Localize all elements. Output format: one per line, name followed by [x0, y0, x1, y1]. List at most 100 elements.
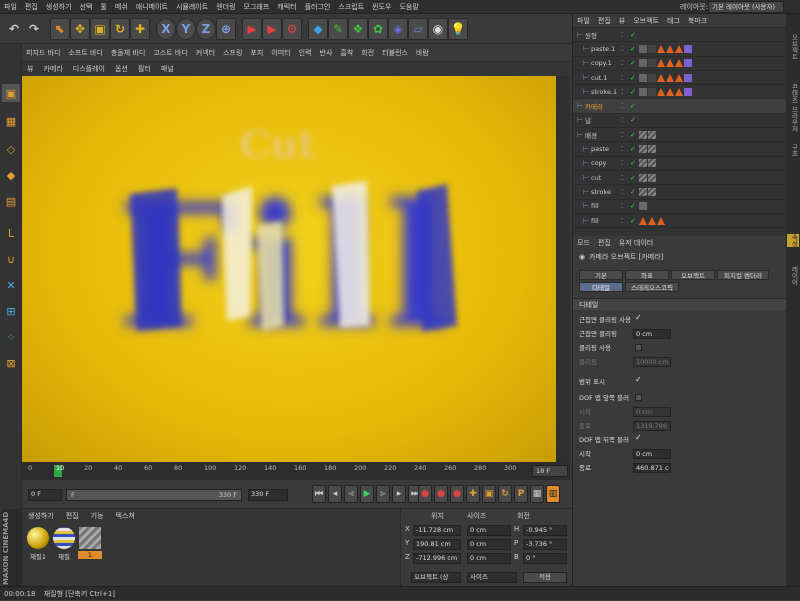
attribute-tab[interactable]: 스테레오스코픽: [625, 282, 679, 292]
tag-icon[interactable]: [648, 130, 656, 139]
tag-icon[interactable]: [657, 44, 665, 53]
size-mode-select[interactable]: 사이즈: [467, 572, 517, 583]
object-name[interactable]: copy: [591, 159, 607, 167]
material-1[interactable]: 재질1: [26, 525, 50, 563]
timeline-window-icon[interactable]: ▥: [546, 485, 560, 503]
material-2[interactable]: 재질: [52, 525, 76, 563]
material-menu-item[interactable]: 텍스쳐: [110, 511, 141, 521]
enable-check-icon[interactable]: ✓: [630, 45, 636, 53]
attribute-field[interactable]: 0 cm: [633, 407, 671, 417]
attribute-menu-item[interactable]: 편집: [594, 238, 615, 248]
object-row[interactable]: ⊢ 원형 ⁚ ✓: [573, 28, 786, 43]
object-name[interactable]: 원형: [585, 30, 597, 40]
polygons-mode-icon[interactable]: ▤: [2, 192, 20, 210]
view-toolbar-item[interactable]: 포지: [246, 48, 267, 58]
tag-icon[interactable]: [666, 44, 674, 53]
light-icon[interactable]: 💡: [448, 18, 468, 40]
attribute-tab[interactable]: 오브젝트: [671, 270, 715, 280]
autokey-icon[interactable]: ●: [434, 485, 448, 503]
scale-icon[interactable]: ▣: [90, 18, 110, 40]
object-row[interactable]: ⊢ stroke.1 ⁚ ✓: [573, 85, 786, 100]
y-axis-icon[interactable]: Y: [176, 18, 196, 40]
view-toolbar-item[interactable]: 반사: [316, 48, 337, 58]
scale-key-icon[interactable]: ▣: [482, 485, 496, 503]
menu-item[interactable]: 시뮬레이트: [172, 2, 212, 12]
z-axis-icon[interactable]: Z: [196, 18, 216, 40]
menu-item[interactable]: 파일: [0, 2, 21, 12]
tag-icon[interactable]: [657, 216, 665, 225]
attribute-tab[interactable]: 좌표: [625, 270, 669, 280]
tag-icon[interactable]: [666, 59, 674, 68]
view-toolbar-item[interactable]: 소프트 바디: [64, 48, 106, 58]
coord-position-field[interactable]: 190.81 cm: [413, 539, 461, 550]
visibility-dots-icon[interactable]: ⁚: [621, 131, 623, 139]
menu-item[interactable]: 툴: [96, 2, 110, 12]
attribute-checkbox[interactable]: [635, 344, 642, 351]
tag-icon[interactable]: [675, 73, 683, 82]
tag-icon[interactable]: [648, 187, 656, 196]
menu-item[interactable]: 도움말: [395, 2, 422, 12]
enable-check-icon[interactable]: ✓: [630, 202, 636, 210]
view-toolbar-item[interactable]: 터뷸런스: [378, 48, 412, 58]
visibility-dots-icon[interactable]: ⁚: [621, 145, 623, 153]
prev-frame-icon[interactable]: ◃: [344, 485, 358, 503]
rotation-key-icon[interactable]: ↻: [498, 485, 512, 503]
tag-icon[interactable]: [657, 73, 665, 82]
model-mode-icon[interactable]: ▣: [2, 84, 20, 102]
attribute-checkbox[interactable]: ✓: [635, 313, 642, 322]
coord-size-field[interactable]: 0 cm: [467, 525, 511, 536]
tag-icon[interactable]: [639, 145, 647, 154]
next-frame-icon[interactable]: ▹: [376, 485, 390, 503]
side-tab[interactable]: 오브젝트: [787, 34, 799, 60]
layout-select[interactable]: 기본 레이아웃 (사용자): [708, 1, 784, 13]
coord-mode-select[interactable]: 오브젝트 (상: [411, 572, 461, 583]
viewport-menu-item[interactable]: 뷰: [22, 64, 38, 74]
menu-item[interactable]: 애니메이트: [132, 2, 172, 12]
tag-icon[interactable]: [639, 173, 647, 182]
object-row[interactable]: ⊢ fill ⁚ ✓: [573, 200, 786, 214]
visibility-dots-icon[interactable]: ⁚: [621, 174, 623, 182]
attribute-field[interactable]: 1319.786: [633, 421, 671, 431]
object-menu-item[interactable]: 태그: [663, 16, 684, 26]
visibility-dots-icon[interactable]: ⁚: [621, 188, 623, 196]
select-icon[interactable]: ⬉: [50, 18, 70, 40]
view-toolbar-item[interactable]: 이미터: [267, 48, 294, 58]
move-icon[interactable]: ✥: [70, 18, 90, 40]
snap-icon[interactable]: ✕: [2, 276, 20, 294]
visibility-dots-icon[interactable]: ⁚: [621, 31, 623, 39]
view-toolbar-item[interactable]: 회전: [357, 48, 378, 58]
tag-icon[interactable]: [675, 59, 683, 68]
menu-item[interactable]: 플러그인: [301, 2, 335, 12]
coord-rotation-field[interactable]: -0.945 °: [523, 525, 567, 536]
x-axis-icon[interactable]: X: [156, 18, 176, 40]
param-key-icon[interactable]: P: [514, 485, 528, 503]
current-frame-field[interactable]: 18 F: [532, 465, 568, 477]
texture-mode-icon[interactable]: ▦: [2, 112, 20, 130]
redo-icon[interactable]: ↷: [24, 18, 44, 40]
object-name[interactable]: 카메라: [585, 101, 603, 111]
view-toolbar-item[interactable]: 고스트 바디: [149, 48, 191, 58]
object-row[interactable]: ⊢ copy ⁚ ✓: [573, 157, 786, 171]
render-picture-viewer-icon[interactable]: ▶: [262, 18, 282, 40]
tag-icon[interactable]: [657, 59, 665, 68]
visibility-dots-icon[interactable]: ⁚: [621, 74, 623, 82]
attribute-tab[interactable]: 디테일: [579, 282, 623, 292]
tag-icon[interactable]: [675, 44, 683, 53]
menu-item[interactable]: 모그래프: [240, 2, 274, 12]
workplane-icon[interactable]: ⊞: [2, 302, 20, 320]
enable-check-icon[interactable]: ✓: [630, 74, 636, 82]
tag-icon[interactable]: [639, 87, 647, 96]
object-name[interactable]: stroke: [591, 188, 611, 196]
tag-icon[interactable]: [684, 73, 692, 82]
view-toolbar-item[interactable]: 흡착: [336, 48, 357, 58]
symmetry-icon[interactable]: ⁘: [2, 328, 20, 346]
visibility-dots-icon[interactable]: ⁚: [621, 88, 623, 96]
tag-icon[interactable]: [639, 159, 647, 168]
pla-key-icon[interactable]: ▦: [530, 485, 544, 503]
tag-icon[interactable]: [639, 59, 647, 68]
attribute-field[interactable]: 460.871 c: [633, 463, 671, 473]
enable-check-icon[interactable]: ✓: [630, 102, 636, 110]
viewport-scrollbar[interactable]: [556, 76, 570, 462]
material-menu-item[interactable]: 생성하기: [22, 511, 60, 521]
menu-item[interactable]: 편집: [21, 2, 42, 12]
